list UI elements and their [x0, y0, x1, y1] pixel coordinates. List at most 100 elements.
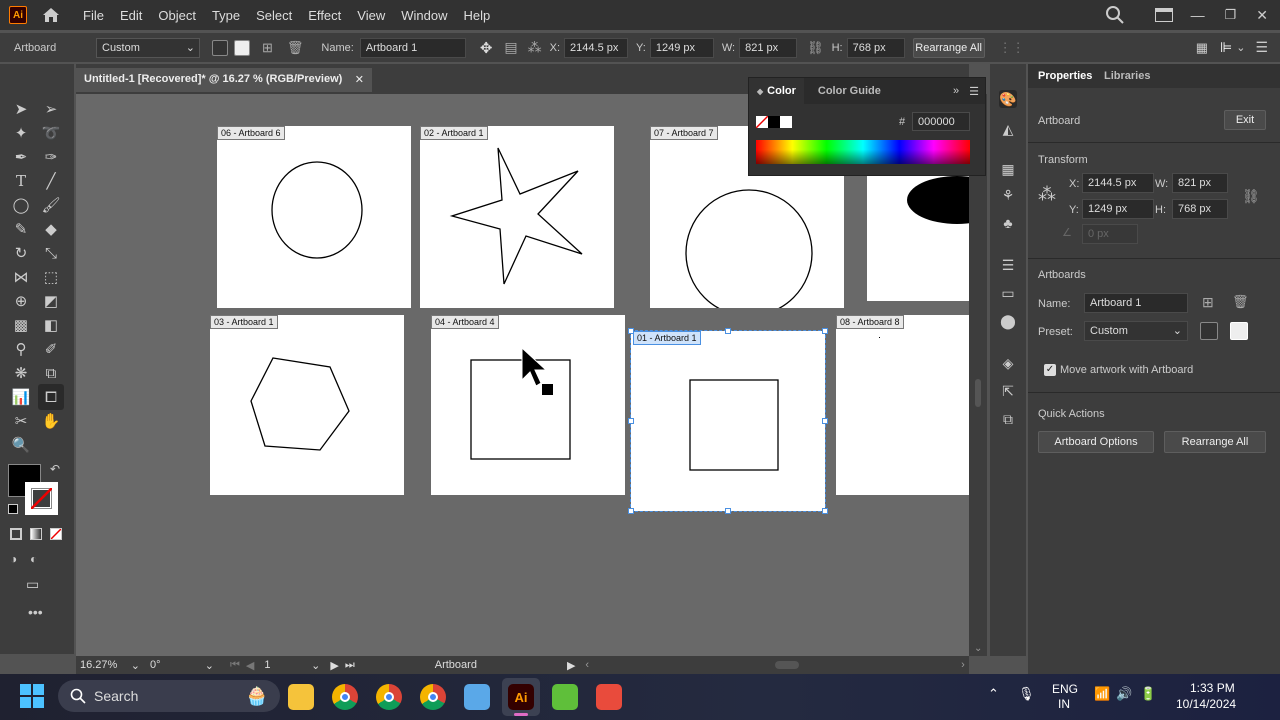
screen-mode-icon[interactable]: ▭ [26, 576, 39, 593]
circle-shape[interactable] [217, 126, 411, 308]
last-artboard-icon[interactable]: ⏭ [345, 659, 355, 672]
wifi-icon[interactable]: 📶 [1094, 686, 1110, 702]
volume-icon[interactable]: 🔊 [1116, 686, 1132, 702]
delete-artboard-icon[interactable]: 🗑 [287, 40, 304, 56]
chrome-profile-icon[interactable] [376, 684, 402, 710]
artboard-label[interactable]: 04 - Artboard 4 [431, 315, 499, 329]
selection-handle[interactable] [725, 508, 731, 514]
tab-color[interactable]: ◆ Color [749, 78, 804, 104]
w-field[interactable]: 821 px [1172, 173, 1228, 193]
taskbar-search-box[interactable]: Search 🧁 [58, 680, 280, 712]
canvas[interactable]: 06 - Artboard 6 02 - Artboard 1 07 - Art… [76, 94, 969, 656]
move-artwork-checkbox[interactable]: ✓ [1044, 364, 1056, 376]
artboard-03[interactable] [210, 315, 404, 495]
w-field[interactable]: 821 px [739, 37, 798, 58]
portrait-icon[interactable] [1200, 322, 1218, 340]
gradient-panel-icon[interactable]: ◭ [999, 120, 1017, 138]
perspective-grid-tool-icon[interactable]: ◩ [40, 290, 62, 312]
swap-fill-stroke-icon[interactable]: ↶ [50, 462, 60, 476]
grid-options-icon[interactable]: ⋮⋮ [999, 40, 1025, 56]
draw-behind-icon[interactable]: ◐ [30, 552, 37, 566]
shape-builder-tool-icon[interactable]: ⊕ [10, 290, 32, 312]
delete-artboard-icon[interactable]: 🗑 [1232, 294, 1249, 310]
selection-handle[interactable] [822, 508, 828, 514]
layers-panel-icon[interactable]: ◈ [999, 354, 1017, 372]
artboard-label[interactable]: 02 - Artboard 1 [420, 126, 488, 140]
landscape-icon[interactable] [234, 39, 250, 56]
menu-file[interactable]: File [83, 8, 104, 23]
zoom-tool-icon[interactable]: 🔍 [10, 434, 32, 456]
stroke-swatch[interactable] [25, 482, 58, 515]
panel-expand-icon[interactable]: » [953, 85, 959, 97]
rotate-tool-icon[interactable]: ↻ [10, 242, 32, 264]
menu-view[interactable]: View [357, 8, 385, 23]
line-tool-icon[interactable]: ╱ [40, 170, 62, 192]
ellipse-tool-icon[interactable]: ◯ [10, 194, 32, 216]
chrome-icon[interactable] [332, 684, 358, 710]
link-constrain-icon[interactable]: ⛓ [807, 40, 824, 56]
horizontal-scroll-thumb[interactable] [775, 661, 800, 669]
new-artboard-icon[interactable]: ⊞ [262, 40, 273, 56]
battery-icon[interactable]: 🔋 [1140, 686, 1156, 702]
menu-help[interactable]: Help [463, 8, 490, 23]
direct-selection-tool-icon[interactable]: ➢ [40, 98, 62, 120]
panel-menu-icon[interactable]: ⊫ [1220, 39, 1232, 56]
windows-start-icon[interactable] [20, 684, 44, 708]
none-mode-icon[interactable] [50, 528, 62, 540]
portrait-icon[interactable] [212, 39, 228, 56]
language-line2[interactable]: IN [1058, 697, 1070, 711]
symbol-sprayer-tool-icon[interactable]: ❋ [10, 362, 32, 384]
lasso-tool-icon[interactable]: ➰ [40, 122, 62, 144]
preset-dropdown[interactable]: Custom ⌄ [96, 37, 200, 58]
artboard-label[interactable]: 06 - Artboard 6 [217, 126, 285, 140]
close-tab-icon[interactable]: ✕ [355, 73, 364, 86]
artboard-label[interactable]: 03 - Artboard 1 [210, 315, 278, 329]
magic-wand-tool-icon[interactable]: ✦ [10, 122, 32, 144]
artboard-options-button[interactable]: Artboard Options [1038, 431, 1154, 453]
color-mode-icon[interactable] [10, 528, 22, 540]
star-shape[interactable] [420, 126, 614, 308]
rotation-field[interactable]: 0° ⌄ [150, 659, 214, 672]
chevron-up-icon[interactable]: ⌃ [988, 686, 999, 702]
selection-handle[interactable] [822, 418, 828, 424]
document-tab[interactable]: Untitled-1 [Recovered]* @ 16.27 % (RGB/P… [76, 68, 372, 92]
minimize-button[interactable]: — [1191, 7, 1205, 23]
selection-tool-icon[interactable]: ➤ [10, 98, 32, 120]
arrange-docs-icon[interactable]: ▦ [1196, 40, 1208, 56]
symbols-panel-icon[interactable]: ♣ [999, 214, 1017, 232]
h-field[interactable]: 768 px [1172, 199, 1228, 219]
x-field[interactable]: 2144.5 px [564, 37, 629, 58]
artboard-01-selected[interactable] [630, 330, 826, 512]
panel-collapse-icon[interactable]: ◆ [757, 87, 763, 96]
free-transform-tool-icon[interactable]: ⬚ [40, 266, 62, 288]
eraser-tool-icon[interactable]: ◆ [40, 218, 62, 240]
graph-tool-icon[interactable]: 📊 [10, 386, 32, 408]
scroll-thumb[interactable] [975, 379, 981, 407]
new-artboard-icon[interactable]: ⊞ [1202, 294, 1214, 311]
white-swatch[interactable] [780, 116, 792, 128]
first-artboard-icon[interactable]: ⏮ [230, 659, 240, 672]
draw-mode-icon[interactable]: ◑ [10, 552, 17, 566]
scroll-right-icon[interactable]: › [961, 659, 965, 671]
export-panel-icon[interactable]: ⇱ [999, 382, 1017, 400]
measure-tool-icon[interactable]: ✐ [40, 338, 62, 360]
preset-dropdown[interactable]: Custom ⌄ [1084, 321, 1188, 341]
home-icon[interactable] [41, 6, 61, 24]
brushes-panel-icon[interactable]: ⚘ [999, 186, 1017, 204]
menu-edit[interactable]: Edit [120, 8, 142, 23]
width-tool-icon[interactable]: ⋈ [10, 266, 32, 288]
clock-time[interactable]: 1:33 PM [1190, 681, 1235, 695]
color-spectrum[interactable] [756, 140, 970, 164]
camtasia-red-icon[interactable] [596, 684, 622, 710]
properties-panel-icon[interactable]: 🎨 [999, 90, 1017, 108]
selection-handle[interactable] [822, 328, 828, 334]
align-icon[interactable]: ▤ [504, 39, 517, 56]
zoom-field[interactable]: 16.27% ⌄ [76, 659, 140, 672]
h-field[interactable]: 768 px [846, 37, 905, 58]
chevron-down-icon[interactable]: ⌄ [1236, 41, 1245, 54]
clock-date[interactable]: 10/14/2024 [1176, 697, 1236, 711]
rearrange-all-button[interactable]: Rearrange All [1164, 431, 1266, 453]
transparency-panel-icon[interactable]: ▭ [999, 284, 1017, 302]
color-panel-icon[interactable]: ▦ [999, 160, 1017, 178]
exit-button[interactable]: Exit [1224, 110, 1266, 130]
